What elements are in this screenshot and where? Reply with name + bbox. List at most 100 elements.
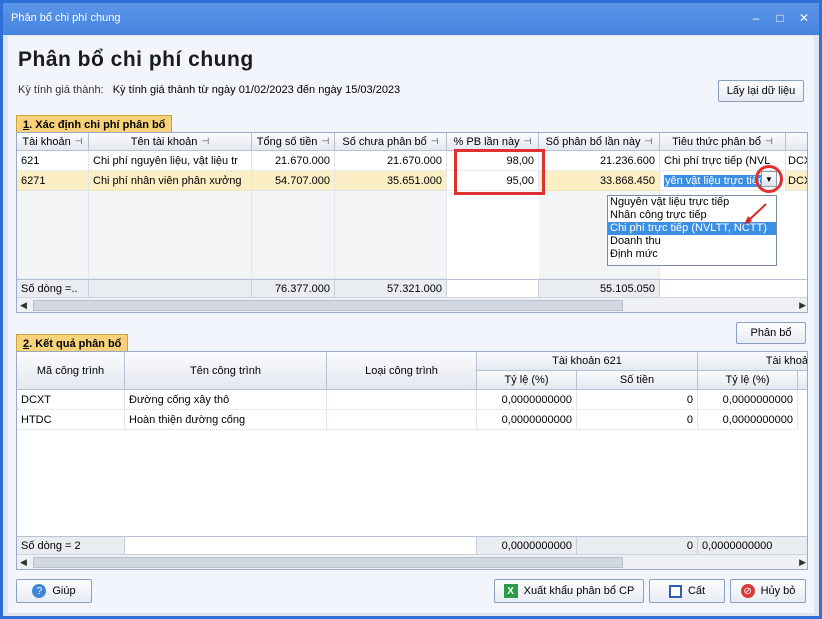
maximize-icon[interactable]: □ bbox=[773, 11, 787, 25]
help-button[interactable]: ? Giúp bbox=[16, 579, 92, 603]
table-row-unallocated[interactable]: 21.670.000 bbox=[335, 151, 447, 171]
annotation-arrow-icon bbox=[744, 203, 767, 225]
reload-data-button[interactable]: Lấy lại dữ liệu bbox=[718, 80, 804, 102]
save-label: Cất bbox=[687, 585, 706, 597]
col-account-label: Tài khoản bbox=[22, 135, 71, 148]
help-label: Giúp bbox=[52, 585, 76, 597]
table-row-allocated[interactable]: 33.868.450 bbox=[539, 171, 660, 191]
window-title: Phân bổ chi phí chung bbox=[11, 12, 121, 24]
footer-total: 76.377.000 bbox=[252, 279, 335, 297]
allocate-button[interactable]: Phân bổ bbox=[736, 322, 806, 344]
horizontal-scrollbar[interactable]: ◀ ▶ bbox=[17, 554, 807, 569]
col-percent-label: % PB lần này bbox=[453, 135, 520, 148]
result-row-count: Số dòng = 2 bbox=[17, 536, 125, 554]
pin-icon[interactable]: ⊣ bbox=[644, 136, 652, 147]
scroll-left-icon[interactable]: ◀ bbox=[20, 300, 27, 311]
table-row-ratio-2[interactable]: 0,0000000000 bbox=[698, 410, 798, 430]
col-code[interactable]: Mã công trình bbox=[17, 352, 125, 390]
result-footer-ratio-2: 0,0000000000 bbox=[698, 536, 807, 554]
table-row-account[interactable]: 621 bbox=[17, 151, 89, 171]
col-amount-1[interactable]: Số tiền bbox=[577, 371, 698, 390]
table-row-code[interactable]: DCXT bbox=[17, 390, 125, 410]
table-row-ratio-2[interactable]: 0,0000000000 bbox=[698, 390, 798, 410]
reload-data-label: Lấy lại dữ liệu bbox=[726, 85, 796, 97]
table-row-account[interactable]: 6271 bbox=[17, 171, 89, 191]
close-icon[interactable]: ✕ bbox=[797, 11, 811, 25]
table-row-name[interactable]: Hoàn thiện đường cống bbox=[125, 410, 327, 430]
col-account[interactable]: Tài khoản ⊣ bbox=[17, 133, 89, 151]
table-row-amount-1[interactable]: 0 bbox=[577, 410, 698, 430]
col-unallocated[interactable]: Số chưa phân bổ ⊣ bbox=[335, 133, 447, 151]
table-row-unallocated[interactable]: 35.651.000 bbox=[335, 171, 447, 191]
period-label: Kỳ tính giá thành: bbox=[18, 84, 104, 96]
col-extra[interactable] bbox=[786, 133, 807, 151]
result-footer-amount-1: 0 bbox=[577, 536, 698, 554]
dialog-content: Phân bổ chi phí chung Kỳ tính giá thành:… bbox=[8, 36, 814, 613]
scroll-right-icon[interactable]: ▶ bbox=[799, 557, 806, 568]
period-info: Kỳ tính giá thành: Kỳ tính giá thành từ … bbox=[18, 84, 400, 96]
save-button[interactable]: Cất bbox=[649, 579, 725, 603]
table-row-extra[interactable]: DCX bbox=[786, 151, 807, 171]
col-group-next[interactable]: Tài khoả bbox=[698, 352, 807, 371]
pin-icon[interactable]: ⊣ bbox=[524, 136, 532, 147]
cancel-button[interactable]: ⊘ Hủy bỏ bbox=[730, 579, 806, 603]
help-icon: ? bbox=[32, 584, 47, 598]
col-criteria[interactable]: Tiêu thức phân bổ ⊣ bbox=[660, 133, 786, 151]
empty-area bbox=[17, 430, 807, 536]
table-row-ratio-1[interactable]: 0,0000000000 bbox=[477, 410, 577, 430]
period-value: Kỳ tính giá thành từ ngày 01/02/2023 đến… bbox=[112, 84, 401, 96]
col-total[interactable]: Tổng số tiền ⊣ bbox=[252, 133, 335, 151]
pin-icon[interactable]: ⊣ bbox=[321, 136, 329, 147]
table-row-account-name[interactable]: Chi phí nhân viên phân xưởng bbox=[89, 171, 252, 191]
col-amount-2[interactable] bbox=[798, 371, 807, 390]
footer-allocated: 55.105.050 bbox=[539, 279, 660, 297]
window: Phân bổ chi phí chung – □ ✕ Phân bổ chi … bbox=[0, 0, 822, 619]
table-row-total[interactable]: 21.670.000 bbox=[252, 151, 335, 171]
table-row-amount-1[interactable]: 0 bbox=[577, 390, 698, 410]
col-allocated[interactable]: Số phân bổ lần này ⊣ bbox=[539, 133, 660, 151]
table-row-ratio-1[interactable]: 0,0000000000 bbox=[477, 390, 577, 410]
horizontal-scrollbar[interactable]: ◀ ▶ bbox=[17, 297, 807, 312]
table-row-name[interactable]: Đường cống xây thô bbox=[125, 390, 327, 410]
scroll-right-icon[interactable]: ▶ bbox=[799, 300, 806, 311]
col-type[interactable]: Loại công trình bbox=[327, 352, 477, 390]
cancel-icon: ⊘ bbox=[740, 584, 755, 598]
cancel-label: Hủy bỏ bbox=[760, 585, 796, 597]
minimize-icon[interactable]: – bbox=[749, 11, 763, 25]
pin-icon[interactable]: ⊣ bbox=[201, 136, 209, 147]
export-button[interactable]: X Xuất khẩu phân bổ CP bbox=[494, 579, 644, 603]
col-account-name[interactable]: Tên tài khoản ⊣ bbox=[89, 133, 252, 151]
table-row-total[interactable]: 54.707.000 bbox=[252, 171, 335, 191]
scroll-thumb[interactable] bbox=[33, 557, 623, 568]
dropdown-option[interactable]: Định mức bbox=[608, 248, 776, 261]
pin-icon[interactable]: ⊣ bbox=[431, 136, 439, 147]
title-bar[interactable]: Phân bổ chi phí chung – □ ✕ bbox=[3, 3, 819, 35]
col-allocated-label: Số phân bổ lần này bbox=[545, 135, 641, 148]
allocate-label: Phân bổ bbox=[750, 327, 792, 339]
table-row-code[interactable]: HTDC bbox=[17, 410, 125, 430]
col-unallocated-label: Số chưa phân bổ bbox=[342, 135, 427, 148]
col-total-label: Tổng số tiền bbox=[256, 135, 318, 148]
export-label: Xuất khẩu phân bổ CP bbox=[523, 585, 635, 597]
scroll-thumb[interactable] bbox=[33, 300, 623, 311]
col-ratio-2[interactable]: Tỷ lệ (%) bbox=[698, 371, 798, 390]
table-row-account-name[interactable]: Chi phí nguyên liệu, vật liệu tr bbox=[89, 151, 252, 171]
col-name[interactable]: Tên công trình bbox=[125, 352, 327, 390]
pin-icon[interactable]: ⊣ bbox=[765, 136, 773, 147]
col-ratio-1[interactable]: Tỷ lệ (%) bbox=[477, 371, 577, 390]
col-group-621[interactable]: Tài khoản 621 bbox=[477, 352, 698, 371]
dropdown-option[interactable]: Doanh thu bbox=[608, 235, 776, 248]
scroll-left-icon[interactable]: ◀ bbox=[20, 557, 27, 568]
footer-percent bbox=[447, 279, 539, 297]
table-row-extra[interactable]: DCX bbox=[786, 171, 807, 191]
empty-area bbox=[89, 191, 252, 279]
section1-tab-text: . Xác định chi phí phân bổ bbox=[29, 119, 166, 131]
table-row-type[interactable] bbox=[327, 390, 477, 410]
table-row-type[interactable] bbox=[327, 410, 477, 430]
pin-icon[interactable]: ⊣ bbox=[75, 136, 83, 147]
col-criteria-label: Tiêu thức phân bổ bbox=[672, 135, 762, 148]
highlight-dropdown-circle bbox=[755, 165, 783, 193]
table-row-allocated[interactable]: 21.236.600 bbox=[539, 151, 660, 171]
result-footer-ratio-1: 0,0000000000 bbox=[477, 536, 577, 554]
empty-area bbox=[335, 191, 447, 279]
